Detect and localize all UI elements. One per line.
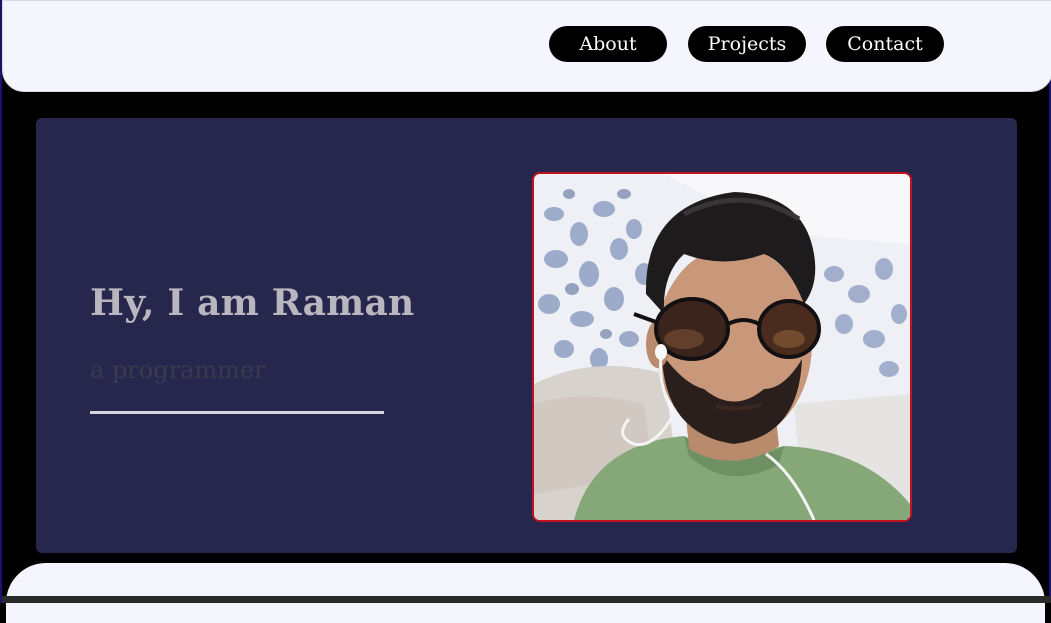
hero-divider: [90, 411, 384, 414]
nav-projects-button[interactable]: Projects: [688, 26, 806, 62]
page-frame: About Projects Contact Hy, I am Raman a …: [0, 0, 1051, 623]
next-section-card: [6, 563, 1045, 623]
hero-section: Hy, I am Raman a programmer: [36, 118, 1017, 553]
portrait-photo-icon: [534, 174, 910, 520]
window-bottom-edge: [2, 596, 1051, 603]
hero-subtitle: a programmer: [90, 356, 266, 384]
hero-title: Hy, I am Raman: [90, 282, 415, 324]
nav-contact-button[interactable]: Contact: [826, 26, 944, 62]
profile-photo: [532, 172, 912, 522]
top-navbar: About Projects Contact: [2, 0, 1051, 92]
nav-about-button[interactable]: About: [549, 26, 667, 62]
